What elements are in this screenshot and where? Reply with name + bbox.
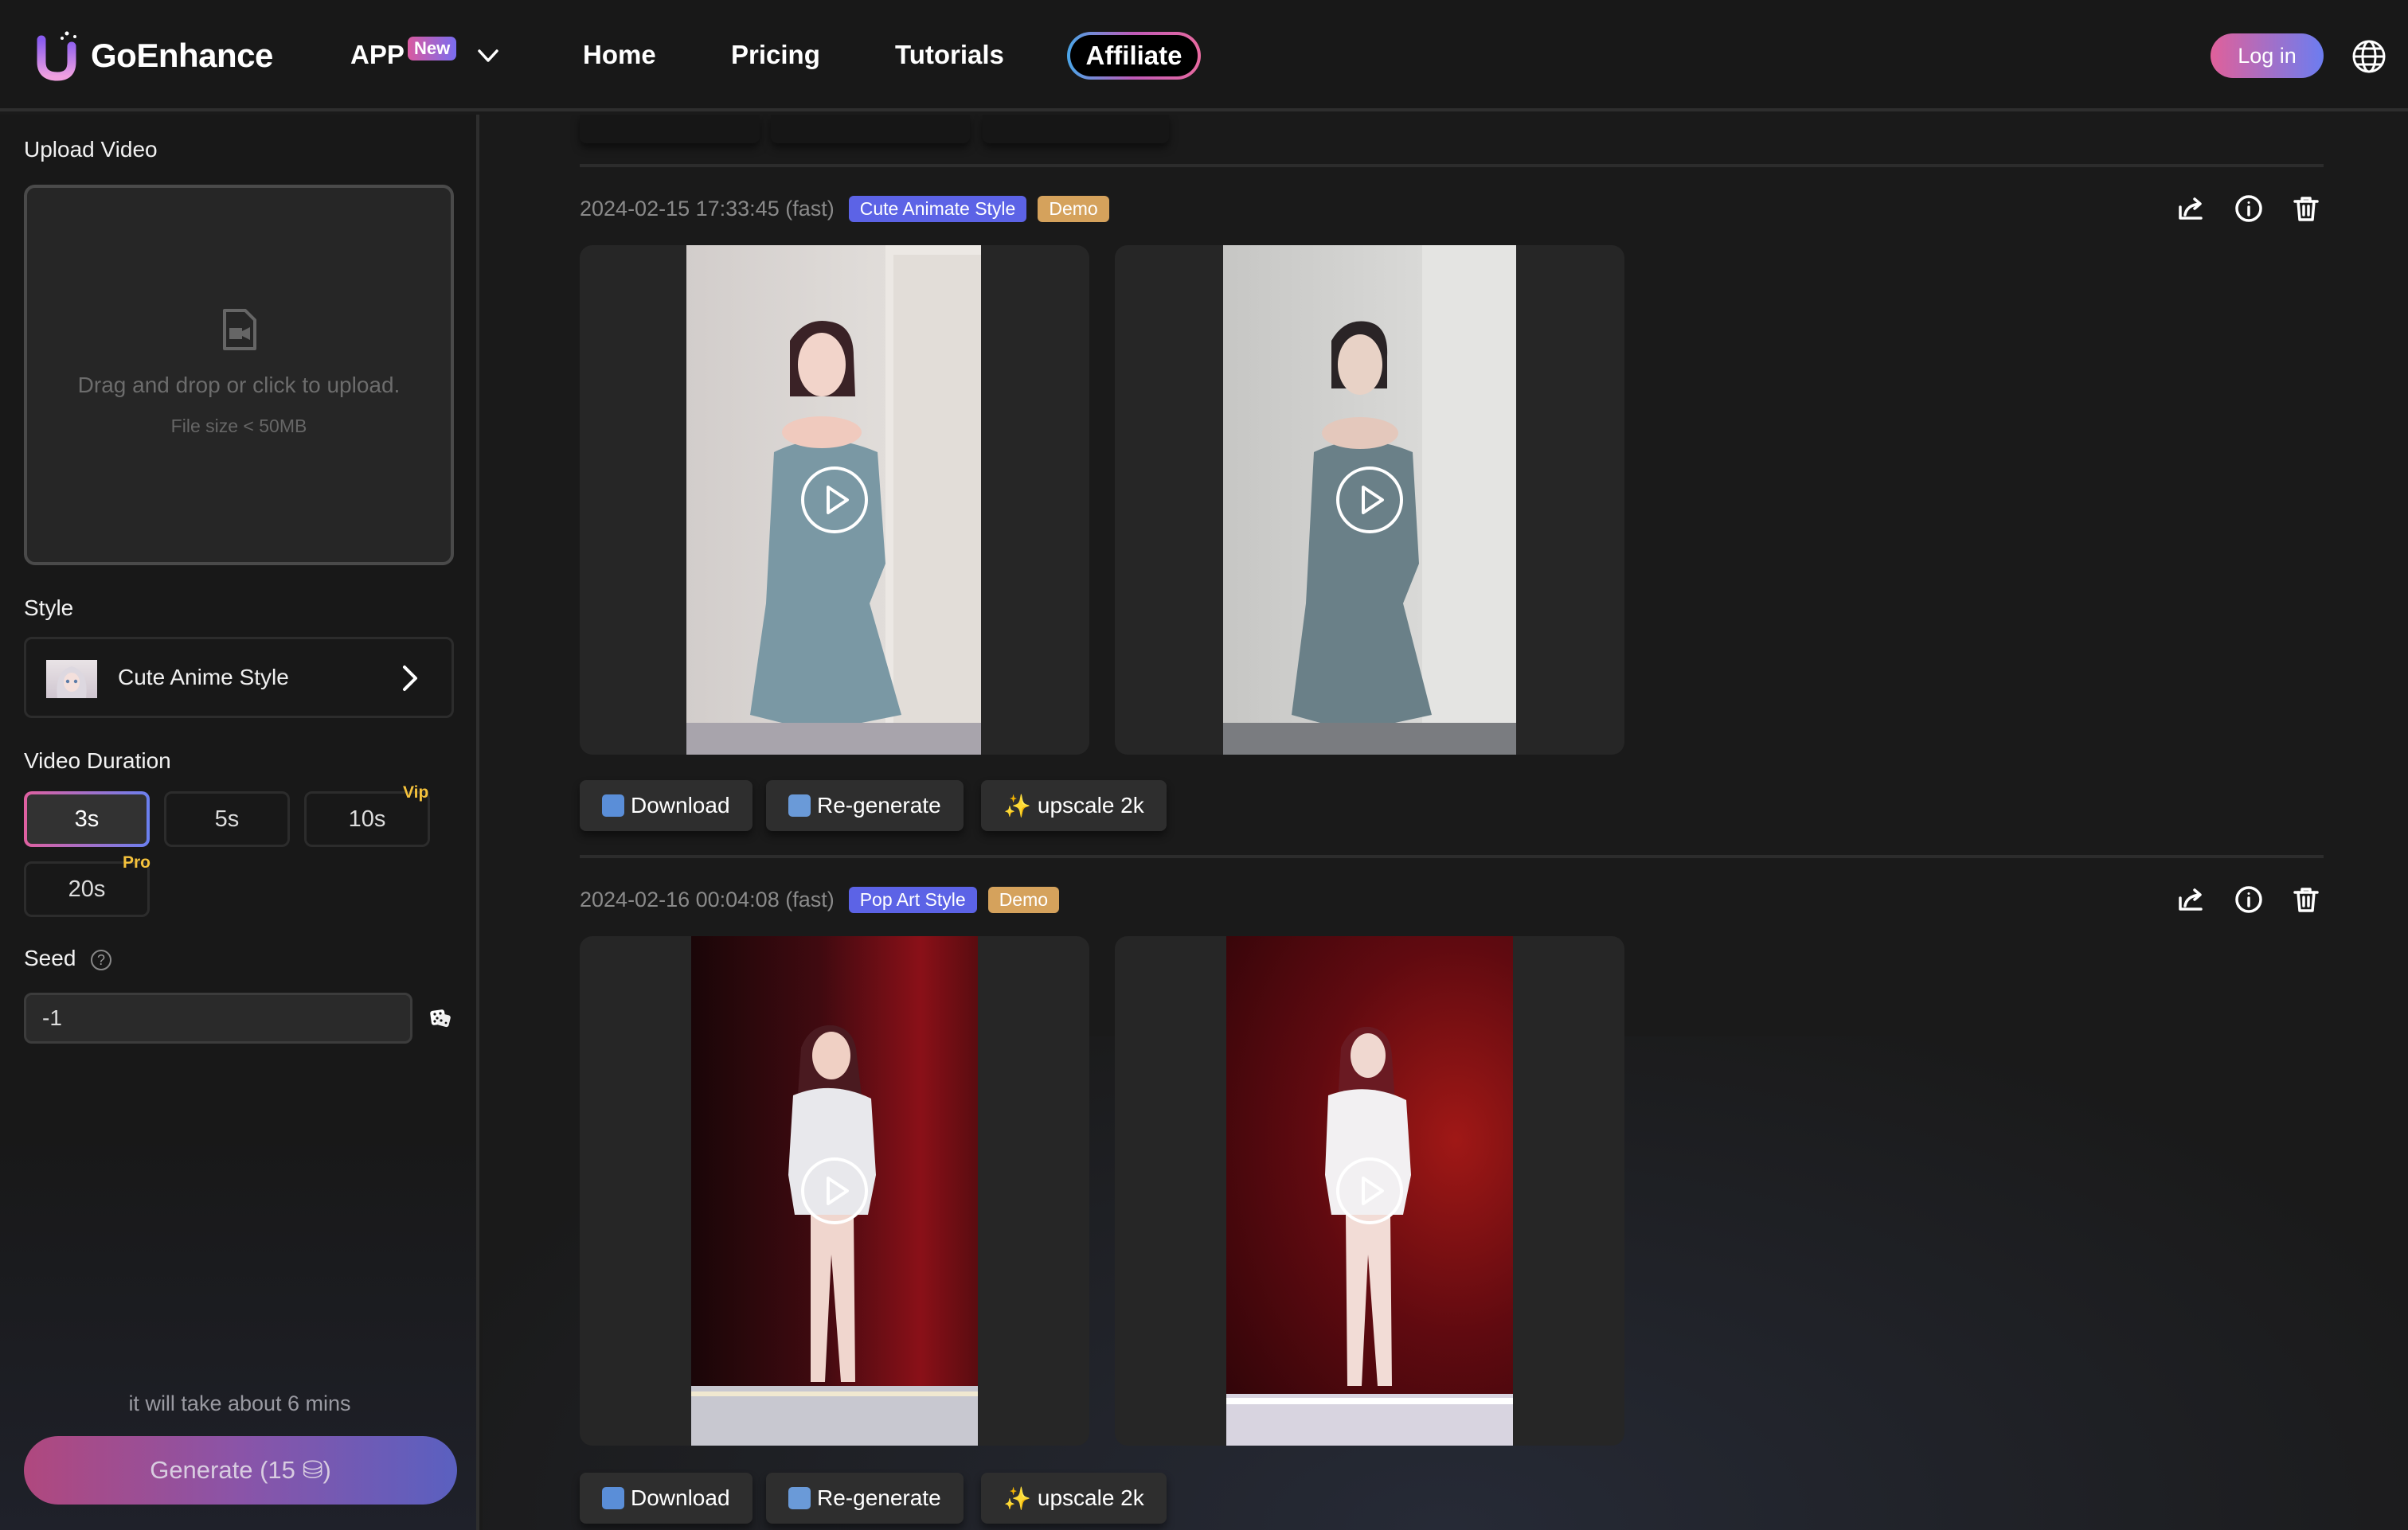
download-label: Download (631, 1485, 730, 1510)
nav-pricing[interactable]: Pricing (731, 40, 820, 70)
play-icon[interactable] (1335, 465, 1405, 535)
style-label: Style (24, 595, 74, 620)
share-icon[interactable] (2177, 885, 2206, 918)
settings-sidebar: Upload Video Drag and drop or click to u… (0, 115, 479, 1530)
upload-dropzone[interactable]: Drag and drop or click to upload. File s… (24, 185, 454, 565)
seed-input[interactable] (24, 993, 412, 1044)
refresh-emoji-icon (788, 794, 811, 817)
previous-entry-button[interactable] (983, 115, 1169, 143)
trash-icon[interactable] (2292, 194, 2320, 227)
previous-entry-button[interactable] (771, 115, 970, 143)
top-navigation-bar: GoEnhance APP New Home Pricing Tutorials… (0, 0, 2408, 111)
demo-tag: Demo (987, 887, 1060, 913)
sparkles-icon: ✨ (1003, 793, 1031, 818)
play-icon[interactable] (799, 1156, 870, 1226)
entry-actions-icons (2177, 194, 2320, 227)
style-selector[interactable]: Cute Anime Style (24, 637, 454, 718)
generate-button[interactable]: Generate (15 ⛁) (24, 1436, 457, 1505)
upscale-button[interactable]: ✨ upscale 2k (981, 1473, 1167, 1524)
duration-option-3s[interactable]: 3s (24, 791, 150, 847)
regenerate-label: Re-generate (817, 793, 941, 818)
nav-app[interactable]: APP (350, 40, 405, 70)
seed-label: Seed (24, 946, 76, 970)
previous-entry-button[interactable] (580, 115, 760, 143)
upload-video-label: Upload Video (24, 137, 158, 162)
dice-random-icon[interactable] (428, 1006, 452, 1034)
source-video-player[interactable] (1115, 936, 1624, 1446)
selected-style-name: Cute Anime Style (118, 665, 289, 689)
entry-actions-icons (2177, 885, 2320, 918)
nav-affiliate[interactable]: Affiliate (1067, 32, 1201, 80)
video-duration-label: Video Duration (24, 748, 171, 773)
new-badge: New (408, 37, 457, 60)
share-icon[interactable] (2177, 194, 2206, 227)
trash-icon[interactable] (2292, 885, 2320, 918)
refresh-emoji-icon (788, 1487, 811, 1509)
affiliate-label: Affiliate (1070, 35, 1198, 76)
pro-badge: Pro (123, 853, 151, 872)
entry-header: 2024-02-16 00:04:08 (fast) Pop Art Style… (580, 887, 1070, 913)
entry-divider (580, 164, 2324, 167)
upscale-button[interactable]: ✨ upscale 2k (981, 780, 1167, 831)
play-icon[interactable] (799, 465, 870, 535)
regenerate-button[interactable]: Re-generate (766, 780, 964, 831)
upscale-label: upscale 2k (1037, 793, 1144, 818)
upscale-label: upscale 2k (1037, 1485, 1144, 1510)
info-icon[interactable] (2234, 885, 2263, 918)
upload-size-limit: File size < 50MB (170, 416, 307, 436)
nav-tutorials[interactable]: Tutorials (895, 40, 1004, 70)
source-video-player[interactable] (1115, 245, 1624, 755)
brand-logo[interactable]: GoEnhance (35, 29, 273, 83)
output-video-player[interactable] (580, 936, 1089, 1446)
sparkles-icon: ✨ (1003, 1485, 1031, 1511)
download-button[interactable]: Download (580, 1473, 752, 1524)
entry-divider (580, 855, 2324, 858)
duration-option-5s[interactable]: 5s (164, 791, 290, 847)
info-icon[interactable] (2234, 194, 2263, 227)
play-icon[interactable] (1335, 1156, 1405, 1226)
nav-home[interactable]: Home (583, 40, 656, 70)
estimated-time: it will take about 6 mins (128, 1391, 351, 1415)
download-emoji-icon (602, 1487, 624, 1509)
download-emoji-icon (602, 794, 624, 817)
style-tag: Cute Animate Style (848, 196, 1027, 222)
demo-tag: Demo (1038, 196, 1109, 222)
chevron-down-icon[interactable] (476, 46, 500, 69)
entry-timestamp: 2024-02-16 00:04:08 (fast) (580, 888, 835, 911)
entry-header: 2024-02-15 17:33:45 (fast) Cute Animate … (580, 196, 1120, 222)
video-file-icon (221, 307, 258, 356)
style-thumbnail (46, 660, 97, 698)
results-panel: 2024-02-15 17:33:45 (fast) Cute Animate … (483, 115, 2408, 1530)
entry-timestamp: 2024-02-15 17:33:45 (fast) (580, 197, 835, 221)
upload-prompt: Drag and drop or click to upload. (77, 373, 401, 397)
output-video-player[interactable] (580, 245, 1089, 755)
login-button[interactable]: Log in (2211, 33, 2324, 78)
regenerate-button[interactable]: Re-generate (766, 1473, 964, 1524)
download-button[interactable]: Download (580, 780, 752, 831)
chevron-right-icon (401, 663, 420, 697)
help-icon[interactable]: ? (91, 950, 111, 970)
vip-badge: Vip (403, 783, 429, 802)
logo-mark-icon (35, 29, 83, 83)
regenerate-label: Re-generate (817, 1485, 941, 1510)
download-label: Download (631, 793, 730, 818)
globe-icon[interactable] (2351, 38, 2387, 75)
brand-name: GoEnhance (91, 37, 273, 74)
style-tag: Pop Art Style (848, 887, 977, 913)
